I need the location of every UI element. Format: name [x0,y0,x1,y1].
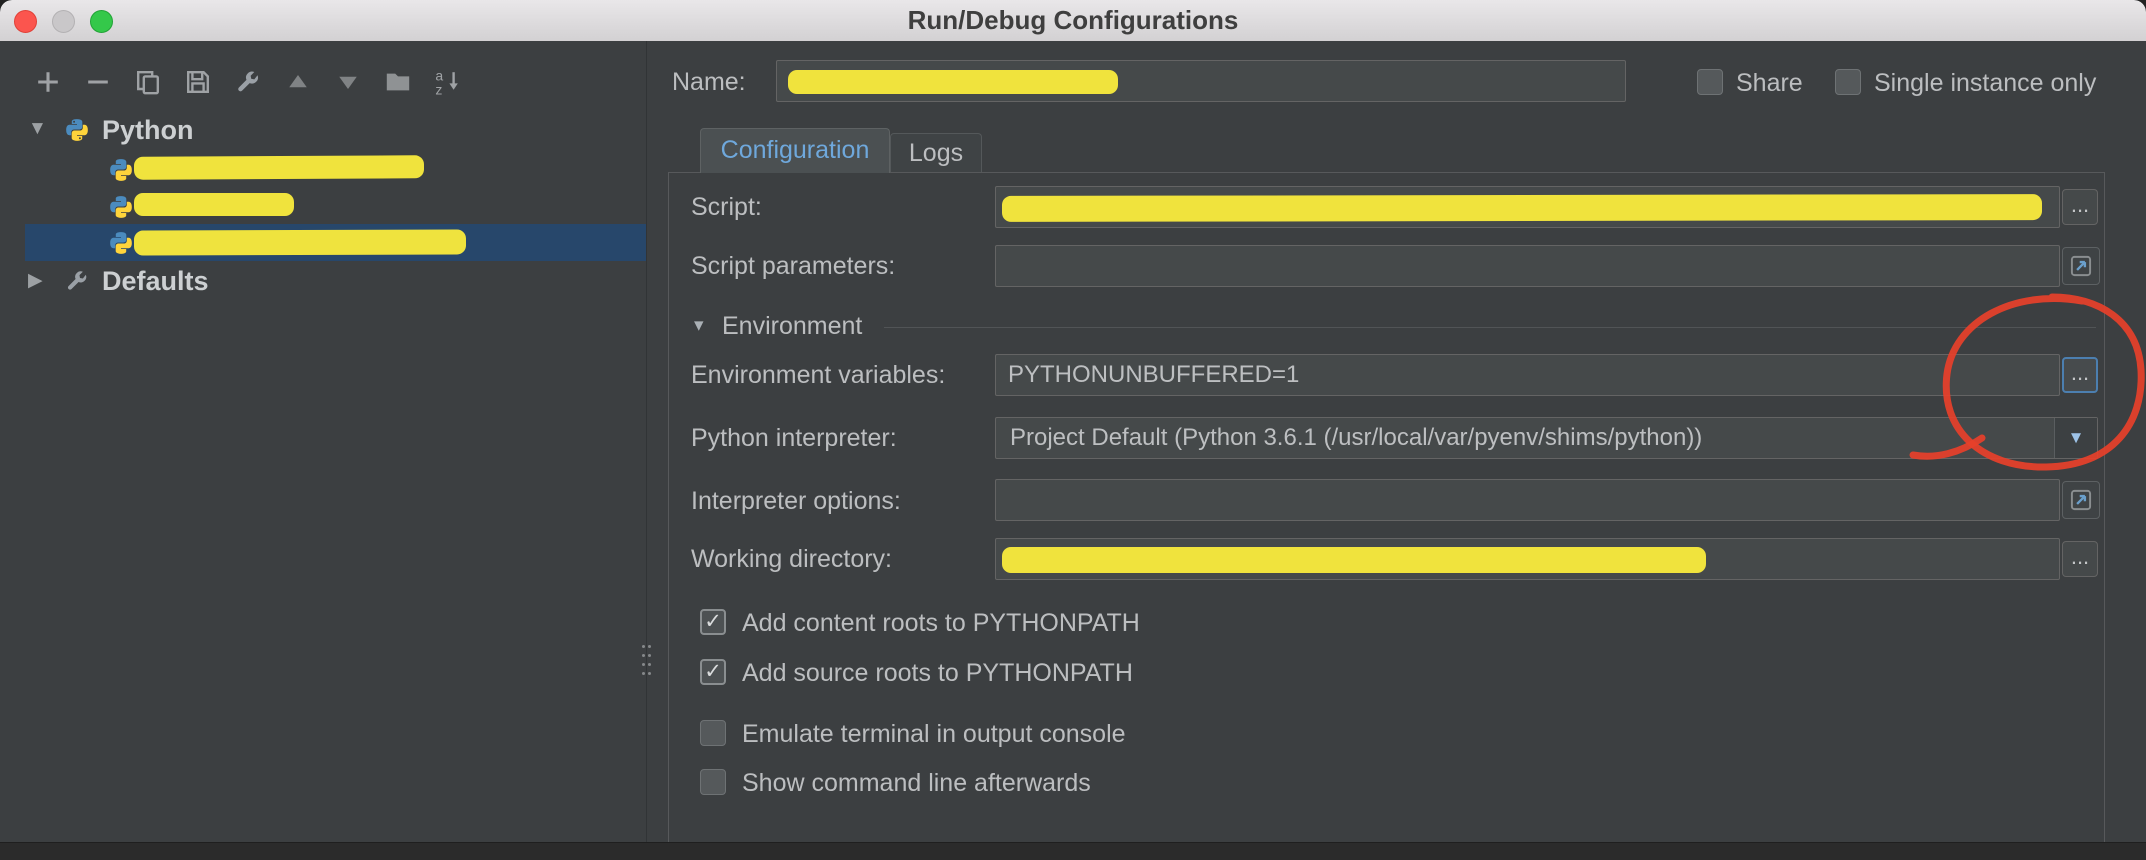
add-content-roots-label: Add content roots to PYTHONPATH [742,609,1140,637]
tree-root-label: Python [102,115,194,145]
expand-field-button[interactable] [2062,247,2100,285]
redaction-highlight [788,70,1118,94]
move-down-icon[interactable] [330,64,366,100]
new-folder-icon[interactable] [380,64,416,100]
redaction-highlight [133,229,467,256]
run-debug-configurations-dialog: Run/Debug Configurations az ▼ Python ▶ D… [0,0,2146,860]
title-bar: Run/Debug Configurations [0,0,2146,42]
edit-defaults-icon[interactable] [230,64,266,100]
python-config-icon [108,157,134,183]
python-interpreter-label: Python interpreter: [691,424,897,452]
expand-field-icon [2070,255,2092,277]
tree-item-config-2[interactable] [0,187,646,224]
add-source-roots-label: Add source roots to PYTHONPATH [742,659,1133,687]
working-directory-label: Working directory: [691,545,892,573]
environment-section-label: Environment [722,312,863,340]
save-icon[interactable] [180,64,216,100]
interpreter-options-input[interactable] [995,479,2060,521]
script-parameters-input[interactable] [995,245,2060,287]
single-instance-checkbox[interactable] [1835,69,1861,95]
sort-alphabetically-icon[interactable]: az [430,64,466,100]
script-label: Script: [691,193,762,221]
redaction-highlight [1002,547,1706,573]
wrench-icon [64,268,90,294]
redaction-highlight [1001,194,2043,222]
show-command-line-checkbox[interactable] [700,769,726,795]
environment-variables-browse-button[interactable]: ... [2062,357,2098,393]
single-instance-label: Single instance only [1874,69,2097,97]
splitter-grip[interactable] [642,645,652,681]
interpreter-options-label: Interpreter options: [691,487,901,515]
remove-icon[interactable] [80,64,116,100]
check-icon: ✓ [704,610,722,633]
python-config-icon [108,230,134,256]
tab-configuration[interactable]: Configuration [700,128,890,173]
section-divider [884,327,2096,328]
tree-defaults-label: Defaults [102,266,209,296]
name-label: Name: [672,68,746,96]
share-label: Share [1736,69,1803,97]
add-source-roots-checkbox[interactable]: ✓ [700,659,726,685]
section-collapse-icon[interactable]: ▾ [694,314,704,337]
add-icon[interactable] [30,64,66,100]
splitter[interactable] [646,41,647,842]
tree-item-defaults[interactable]: ▶ Defaults [0,263,646,300]
add-content-roots-checkbox[interactable]: ✓ [700,609,726,635]
show-command-line-label: Show command line afterwards [742,769,1091,797]
script-browse-button[interactable]: ... [2062,189,2098,225]
tab-logs[interactable]: Logs [890,133,982,173]
svg-text:z: z [435,82,442,96]
redaction-highlight [133,155,425,180]
environment-variables-input[interactable]: PYTHONUNBUFFERED=1 [995,354,2060,396]
emulate-terminal-label: Emulate terminal in output console [742,720,1126,748]
python-interpreter-value: Project Default (Python 3.6.1 (/usr/loca… [1010,424,1703,451]
dialog-bottom-strip [0,842,2146,860]
tree-item-python-root[interactable]: ▼ Python [0,112,646,149]
move-up-icon[interactable] [280,64,316,100]
script-parameters-label: Script parameters: [691,252,896,280]
environment-variables-label: Environment variables: [691,361,946,389]
python-icon [64,117,90,143]
share-checkbox[interactable] [1697,69,1723,95]
emulate-terminal-checkbox[interactable] [700,720,726,746]
chevron-collapsed-icon[interactable]: ▶ [28,269,43,292]
chevron-expanded-icon[interactable]: ▼ [28,118,47,140]
python-config-icon [108,194,134,220]
redaction-highlight [134,193,294,216]
chevron-down-icon[interactable]: ▼ [2054,418,2097,458]
expand-field-button[interactable] [2062,481,2100,519]
check-icon: ✓ [704,660,722,683]
working-directory-browse-button[interactable]: ... [2062,541,2098,577]
expand-field-icon [2070,489,2092,511]
copy-icon[interactable] [130,64,166,100]
window-title: Run/Debug Configurations [907,5,1239,35]
python-interpreter-select[interactable]: Project Default (Python 3.6.1 (/usr/loca… [995,417,2098,459]
